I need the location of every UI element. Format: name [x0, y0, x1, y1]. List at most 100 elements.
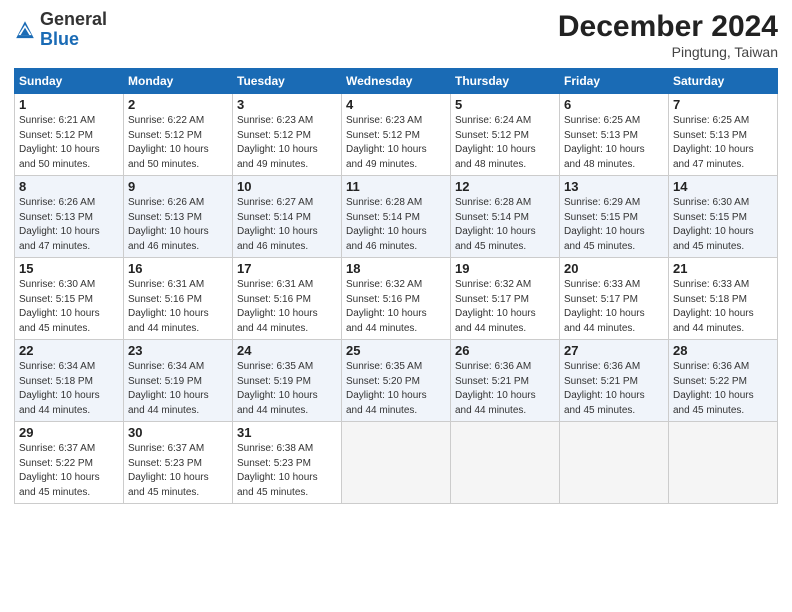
day-number: 15 — [19, 261, 119, 276]
calendar-week-row: 1Sunrise: 6:21 AMSunset: 5:12 PMDaylight… — [15, 94, 778, 176]
col-header-saturday: Saturday — [669, 69, 778, 94]
calendar-header-row: SundayMondayTuesdayWednesdayThursdayFrid… — [15, 69, 778, 94]
day-number: 21 — [673, 261, 773, 276]
calendar-cell: 2 Sunrise: 6:22 AMSunset: 5:12 PMDaylight… — [124, 94, 233, 176]
day-number: 9 — [128, 179, 228, 194]
calendar-cell — [451, 422, 560, 504]
calendar-cell: 28Sunrise: 6:36 AMSunset: 5:22 PMDayligh… — [669, 340, 778, 422]
calendar-cell: 8 Sunrise: 6:26 AMSunset: 5:13 PMDaylight… — [15, 176, 124, 258]
day-info: Sunrise: 6:23 AMSunset: 5:12 PMDaylight:… — [346, 114, 446, 172]
calendar-cell: 26 Sunrise: 6:36 AMSunset: 5:21 PMDayligh… — [451, 340, 560, 422]
day-number: 27 — [564, 343, 664, 358]
day-info: Sunrise: 6:26 AMSunset: 5:13 PMDaylight:… — [19, 196, 119, 254]
logo-icon — [14, 19, 36, 41]
calendar-cell: 6 Sunrise: 6:25 AMSunset: 5:13 PMDaylight… — [560, 94, 669, 176]
calendar-cell: 19 Sunrise: 6:32 AMSunset: 5:17 PMDayligh… — [451, 258, 560, 340]
day-number: 2 — [128, 97, 228, 112]
calendar-cell: 27 Sunrise: 6:36 AMSunset: 5:21 PMDayligh… — [560, 340, 669, 422]
day-info: Sunrise: 6:21 AMSunset: 5:12 PMDaylight:… — [19, 114, 119, 172]
col-header-friday: Friday — [560, 69, 669, 94]
day-number: 14 — [673, 179, 773, 194]
day-number: 22 — [19, 343, 119, 358]
logo: General Blue — [14, 10, 107, 50]
day-info: Sunrise: 6:30 AMSunset: 5:15 PMDaylight:… — [673, 196, 773, 254]
calendar-week-row: 8 Sunrise: 6:26 AMSunset: 5:13 PMDaylight… — [15, 176, 778, 258]
day-number: 4 — [346, 97, 446, 112]
day-info: Sunrise: 6:34 AMSunset: 5:19 PMDaylight:… — [128, 360, 228, 418]
day-number: 10 — [237, 179, 337, 194]
day-number: 20 — [564, 261, 664, 276]
calendar-subtitle: Pingtung, Taiwan — [558, 44, 778, 60]
calendar-cell: 1Sunrise: 6:21 AMSunset: 5:12 PMDaylight… — [15, 94, 124, 176]
day-info: Sunrise: 6:22 AMSunset: 5:12 PMDaylight:… — [128, 114, 228, 172]
calendar-cell — [669, 422, 778, 504]
calendar-cell: 7Sunrise: 6:25 AMSunset: 5:13 PMDaylight… — [669, 94, 778, 176]
day-info: Sunrise: 6:23 AMSunset: 5:12 PMDaylight:… — [237, 114, 337, 172]
calendar-cell: 5Sunrise: 6:24 AMSunset: 5:12 PMDaylight… — [451, 94, 560, 176]
calendar-cell: 29Sunrise: 6:37 AMSunset: 5:22 PMDayligh… — [15, 422, 124, 504]
day-info: Sunrise: 6:38 AMSunset: 5:23 PMDaylight:… — [237, 442, 337, 500]
calendar-week-row: 15 Sunrise: 6:30 AMSunset: 5:15 PMDayligh… — [15, 258, 778, 340]
day-info: Sunrise: 6:28 AMSunset: 5:14 PMDaylight:… — [455, 196, 555, 254]
logo-general-text: General — [40, 9, 107, 29]
day-info: Sunrise: 6:33 AMSunset: 5:17 PMDaylight:… — [564, 278, 664, 336]
day-number: 11 — [346, 179, 446, 194]
day-info: Sunrise: 6:30 AMSunset: 5:15 PMDaylight:… — [19, 278, 119, 336]
header: General Blue December 2024 Pingtung, Tai… — [14, 10, 778, 60]
title-area: December 2024 Pingtung, Taiwan — [558, 10, 778, 60]
calendar-cell: 14 Sunrise: 6:30 AMSunset: 5:15 PMDayligh… — [669, 176, 778, 258]
day-number: 18 — [346, 261, 446, 276]
calendar-week-row: 29Sunrise: 6:37 AMSunset: 5:22 PMDayligh… — [15, 422, 778, 504]
calendar-cell: 30 Sunrise: 6:37 AMSunset: 5:23 PMDayligh… — [124, 422, 233, 504]
calendar-cell: 9 Sunrise: 6:26 AMSunset: 5:13 PMDaylight… — [124, 176, 233, 258]
calendar-cell — [342, 422, 451, 504]
day-info: Sunrise: 6:36 AMSunset: 5:21 PMDaylight:… — [455, 360, 555, 418]
logo-blue-text: Blue — [40, 29, 79, 49]
calendar-title: December 2024 — [558, 10, 778, 44]
day-number: 6 — [564, 97, 664, 112]
calendar-cell: 4 Sunrise: 6:23 AMSunset: 5:12 PMDaylight… — [342, 94, 451, 176]
day-number: 23 — [128, 343, 228, 358]
calendar-cell: 18 Sunrise: 6:32 AMSunset: 5:16 PMDayligh… — [342, 258, 451, 340]
day-info: Sunrise: 6:26 AMSunset: 5:13 PMDaylight:… — [128, 196, 228, 254]
day-number: 8 — [19, 179, 119, 194]
col-header-wednesday: Wednesday — [342, 69, 451, 94]
day-number: 5 — [455, 97, 555, 112]
calendar-cell: 23 Sunrise: 6:34 AMSunset: 5:19 PMDayligh… — [124, 340, 233, 422]
calendar-cell: 17Sunrise: 6:31 AMSunset: 5:16 PMDayligh… — [233, 258, 342, 340]
day-number: 17 — [237, 261, 337, 276]
day-number: 30 — [128, 425, 228, 440]
day-info: Sunrise: 6:36 AMSunset: 5:21 PMDaylight:… — [564, 360, 664, 418]
calendar-cell: 25Sunrise: 6:35 AMSunset: 5:20 PMDayligh… — [342, 340, 451, 422]
day-number: 19 — [455, 261, 555, 276]
day-number: 12 — [455, 179, 555, 194]
day-info: Sunrise: 6:35 AMSunset: 5:19 PMDaylight:… — [237, 360, 337, 418]
day-number: 26 — [455, 343, 555, 358]
day-info: Sunrise: 6:34 AMSunset: 5:18 PMDaylight:… — [19, 360, 119, 418]
day-info: Sunrise: 6:25 AMSunset: 5:13 PMDaylight:… — [564, 114, 664, 172]
calendar-cell: 16Sunrise: 6:31 AMSunset: 5:16 PMDayligh… — [124, 258, 233, 340]
col-header-thursday: Thursday — [451, 69, 560, 94]
page-container: General Blue December 2024 Pingtung, Tai… — [0, 0, 792, 512]
calendar-cell: 24 Sunrise: 6:35 AMSunset: 5:19 PMDayligh… — [233, 340, 342, 422]
calendar-cell — [560, 422, 669, 504]
day-info: Sunrise: 6:28 AMSunset: 5:14 PMDaylight:… — [346, 196, 446, 254]
day-number: 13 — [564, 179, 664, 194]
calendar-cell: 20 Sunrise: 6:33 AMSunset: 5:17 PMDayligh… — [560, 258, 669, 340]
calendar-cell: 31 Sunrise: 6:38 AMSunset: 5:23 PMDayligh… — [233, 422, 342, 504]
day-info: Sunrise: 6:32 AMSunset: 5:17 PMDaylight:… — [455, 278, 555, 336]
calendar-cell: 22 Sunrise: 6:34 AMSunset: 5:18 PMDayligh… — [15, 340, 124, 422]
day-number: 24 — [237, 343, 337, 358]
day-info: Sunrise: 6:33 AMSunset: 5:18 PMDaylight:… — [673, 278, 773, 336]
day-info: Sunrise: 6:32 AMSunset: 5:16 PMDaylight:… — [346, 278, 446, 336]
calendar-cell: 21 Sunrise: 6:33 AMSunset: 5:18 PMDayligh… — [669, 258, 778, 340]
day-number: 31 — [237, 425, 337, 440]
col-header-monday: Monday — [124, 69, 233, 94]
calendar-cell: 11 Sunrise: 6:28 AMSunset: 5:14 PMDayligh… — [342, 176, 451, 258]
calendar-cell: 3Sunrise: 6:23 AMSunset: 5:12 PMDaylight… — [233, 94, 342, 176]
calendar-cell: 12 Sunrise: 6:28 AMSunset: 5:14 PMDayligh… — [451, 176, 560, 258]
day-info: Sunrise: 6:37 AMSunset: 5:22 PMDaylight:… — [19, 442, 119, 500]
calendar-table: SundayMondayTuesdayWednesdayThursdayFrid… — [14, 68, 778, 504]
day-info: Sunrise: 6:37 AMSunset: 5:23 PMDaylight:… — [128, 442, 228, 500]
calendar-cell: 10Sunrise: 6:27 AMSunset: 5:14 PMDayligh… — [233, 176, 342, 258]
